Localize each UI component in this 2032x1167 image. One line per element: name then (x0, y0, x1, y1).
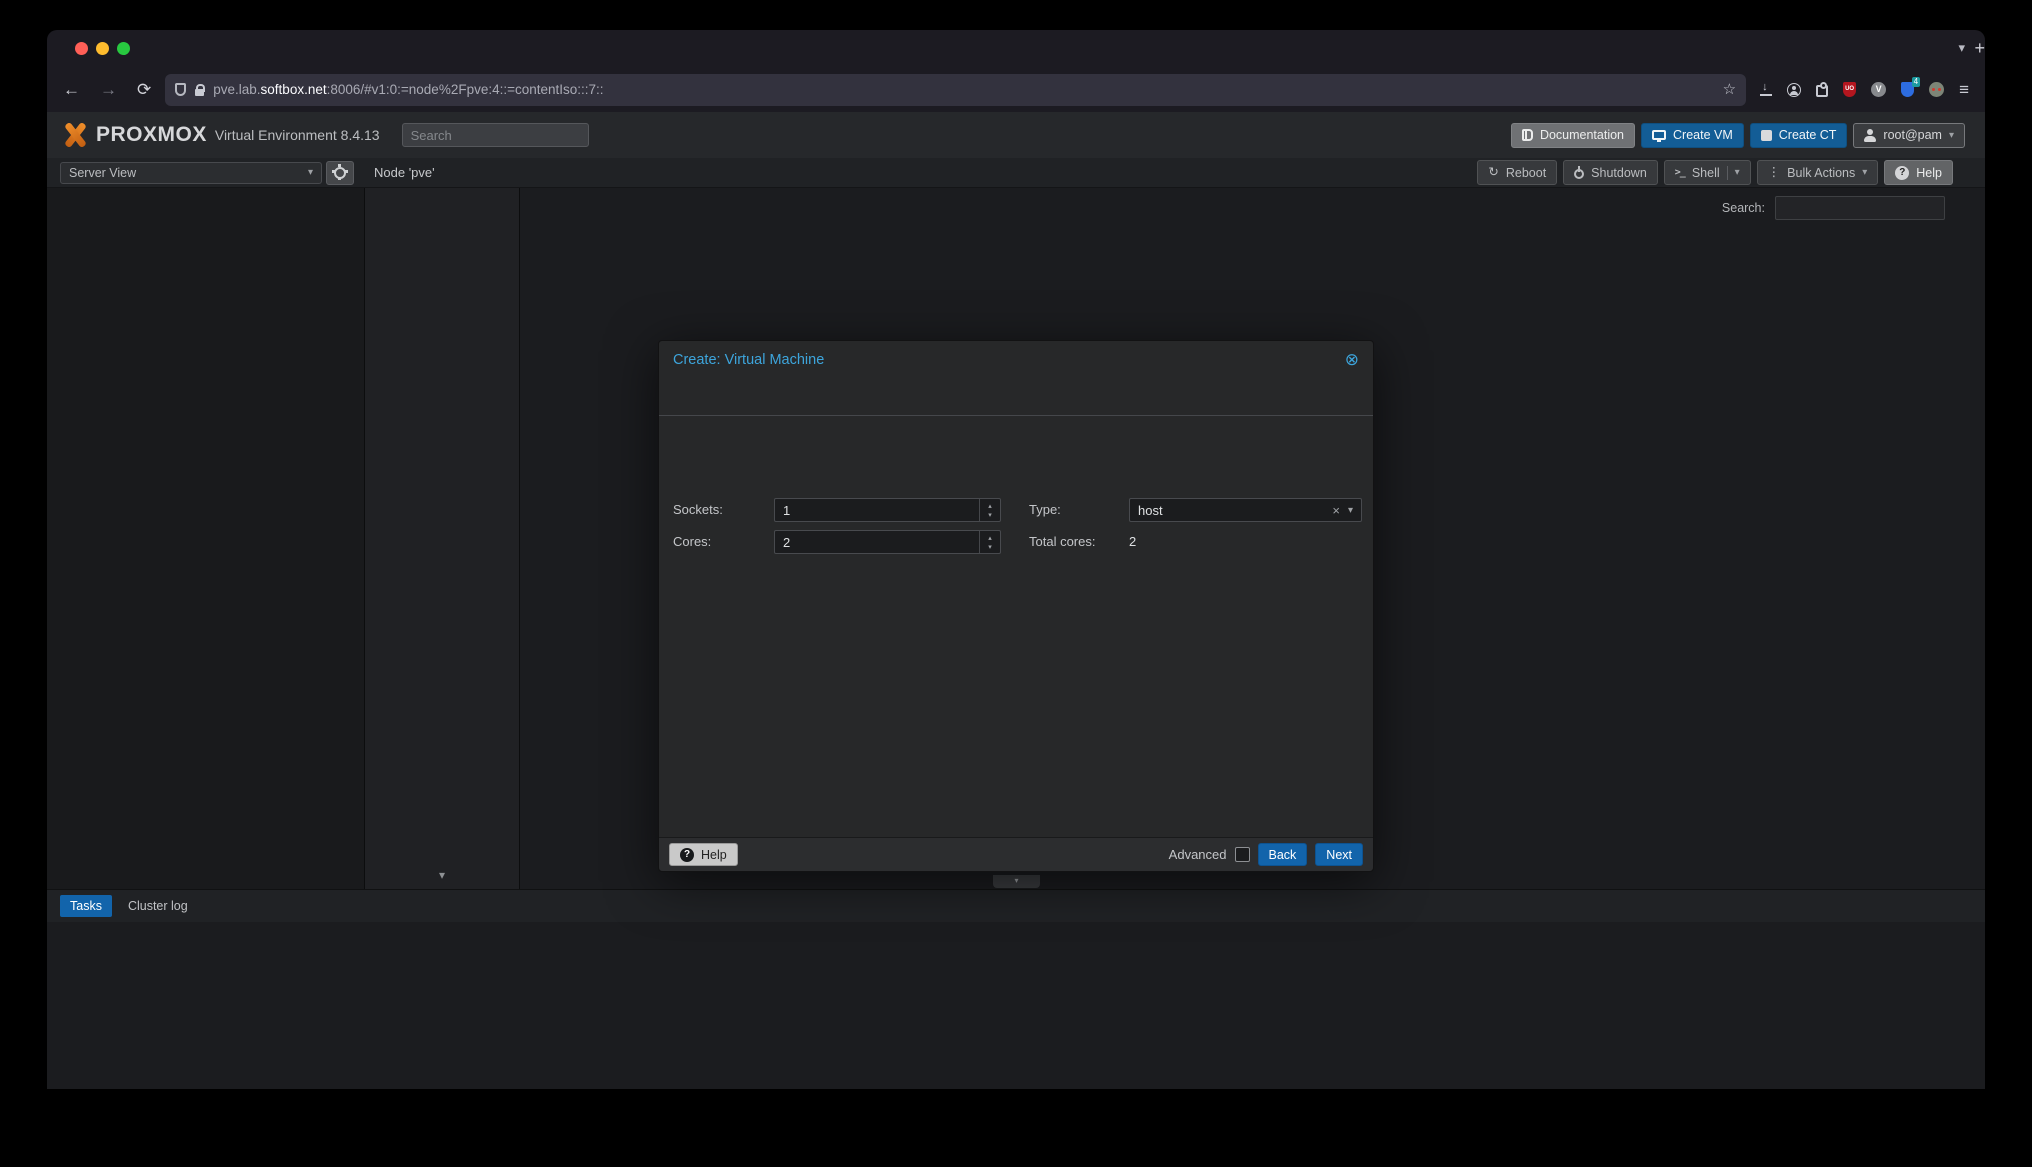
table-search-label: Search: (1722, 201, 1765, 215)
proxmox-header: PROXMOX Virtual Environment 8.4.13 Docum… (47, 112, 1985, 158)
account-icon[interactable] (1787, 83, 1801, 97)
book-icon (1522, 129, 1533, 141)
create-vm-dialog: Create: Virtual Machine ⊗ Sockets: 1 ▴▾ … (658, 340, 1374, 872)
url-text[interactable]: pve.lab.softbox.net:8006/#v1:0:=node%2Fp… (213, 82, 1713, 97)
extension-face-icon[interactable] (1929, 82, 1944, 97)
back-button[interactable]: ← (63, 80, 80, 100)
sockets-input[interactable]: 1 ▴▾ (774, 498, 1001, 522)
advanced-label: Advanced (1169, 847, 1227, 862)
power-icon (1574, 169, 1584, 179)
cores-input[interactable]: 2 ▴▾ (774, 530, 1001, 554)
total-cores-value: 2 (1129, 534, 1136, 549)
advanced-checkbox[interactable] (1235, 847, 1250, 862)
dialog-tabs (659, 378, 1373, 416)
cores-spinner[interactable]: ▴▾ (979, 531, 1000, 553)
window-minimize-button[interactable] (96, 42, 109, 55)
extensions-puzzle-icon[interactable] (1816, 85, 1828, 97)
view-settings-button[interactable] (326, 161, 354, 185)
chevron-down-icon: ▾ (1949, 130, 1954, 141)
nav-scroll-down-chevron[interactable]: ▾ (365, 868, 519, 882)
next-button[interactable]: Next (1315, 843, 1363, 866)
gear-icon (334, 167, 346, 179)
cpu-type-label: Type: (1029, 502, 1061, 517)
tasks-collapse-handle[interactable]: ▾ (993, 875, 1040, 888)
window-zoom-button[interactable] (117, 42, 130, 55)
cube-icon (1761, 130, 1772, 141)
lock-icon[interactable] (195, 89, 204, 96)
user-menu-button[interactable]: root@pam▾ (1853, 123, 1965, 148)
user-icon (1864, 129, 1876, 142)
cpu-type-combo[interactable]: host ×▾ (1129, 498, 1362, 522)
proxmox-logo-text: PROXMOX (96, 123, 207, 147)
terminal-icon: >_ (1675, 168, 1685, 178)
url-field[interactable]: pve.lab.softbox.net:8006/#v1:0:=node%2Fp… (165, 74, 1746, 106)
tracking-protection-shield-icon[interactable] (175, 83, 186, 96)
create-ct-button[interactable]: Create CT (1750, 123, 1848, 148)
tab-cluster-log[interactable]: Cluster log (122, 899, 194, 913)
browser-tab-bar: + ▾ (47, 30, 1985, 67)
chevron-down-icon[interactable]: ▾ (1348, 505, 1353, 516)
forward-button[interactable]: → (100, 80, 117, 100)
shell-button[interactable]: >_Shell▾ (1664, 160, 1751, 185)
shutdown-button[interactable]: Shutdown (1563, 160, 1658, 185)
reload-button[interactable]: ⟳ (137, 80, 151, 100)
tab-overflow-chevron-icon[interactable]: ▾ (1958, 40, 1965, 56)
menu-hamburger-icon[interactable]: ≡ (1959, 81, 1969, 98)
desktop: + ▾ ← → ⟳ pve.lab.softbox.net:8006/#v1:0… (0, 0, 2032, 1167)
table-search-input[interactable] (1775, 196, 1945, 220)
node-title: Node 'pve' (374, 165, 435, 180)
total-cores-label: Total cores: (1029, 534, 1095, 549)
chevron-down-icon: ▾ (1735, 167, 1740, 178)
bookmark-star-icon[interactable]: ☆ (1723, 82, 1736, 97)
chevron-down-icon: ▾ (1862, 167, 1867, 178)
new-tab-button[interactable]: + (1974, 38, 1985, 59)
sockets-spinner[interactable]: ▴▾ (979, 499, 1000, 521)
ublock-icon[interactable]: UO (1843, 82, 1856, 97)
monitor-icon (1652, 130, 1666, 140)
view-selector[interactable]: Server View▾ (60, 162, 322, 184)
bulk-dots-icon: ⋮ (1768, 166, 1781, 179)
question-circle-icon: ? (1895, 166, 1909, 180)
create-vm-button[interactable]: Create VM (1641, 123, 1744, 148)
browser-url-bar: ← → ⟳ pve.lab.softbox.net:8006/#v1:0:=no… (47, 67, 1985, 112)
browser-window: + ▾ ← → ⟳ pve.lab.softbox.net:8006/#v1:0… (47, 30, 1985, 1089)
resource-tree (47, 188, 365, 890)
clear-icon[interactable]: × (1332, 503, 1340, 518)
chevron-down-icon: ▾ (308, 167, 313, 178)
dialog-close-icon[interactable]: ⊗ (1345, 350, 1359, 370)
bulk-actions-button[interactable]: ⋮Bulk Actions▾ (1757, 160, 1879, 185)
tasks-panel: Tasks Cluster log (47, 889, 1985, 1089)
help-button[interactable]: ?Help (1884, 160, 1953, 185)
dialog-title: Create: Virtual Machine (673, 352, 824, 368)
sockets-label: Sockets: (673, 502, 723, 517)
node-toolbar: Server View▾ Node 'pve' ↻Reboot Shutdown… (47, 158, 1985, 188)
back-button[interactable]: Back (1258, 843, 1308, 866)
dialog-help-button[interactable]: ?Help (669, 843, 738, 866)
documentation-button[interactable]: Documentation (1511, 123, 1635, 148)
reboot-icon: ↻ (1488, 166, 1498, 179)
global-search-input[interactable] (402, 123, 589, 147)
proxmox-logo-icon (60, 122, 90, 148)
password-manager-icon[interactable]: 4 (1901, 82, 1914, 97)
cores-label: Cores: (673, 534, 711, 549)
tab-tasks[interactable]: Tasks (60, 895, 112, 917)
node-nav-panel: ▾ (365, 188, 520, 890)
downloads-icon[interactable] (1760, 83, 1772, 96)
extension-badge: 4 (1912, 77, 1920, 87)
question-circle-icon: ? (680, 848, 694, 862)
window-close-button[interactable] (75, 42, 88, 55)
reboot-button[interactable]: ↻Reboot (1477, 160, 1557, 185)
proxmox-version: Virtual Environment 8.4.13 (215, 127, 380, 143)
vimium-icon[interactable]: V (1871, 82, 1886, 97)
